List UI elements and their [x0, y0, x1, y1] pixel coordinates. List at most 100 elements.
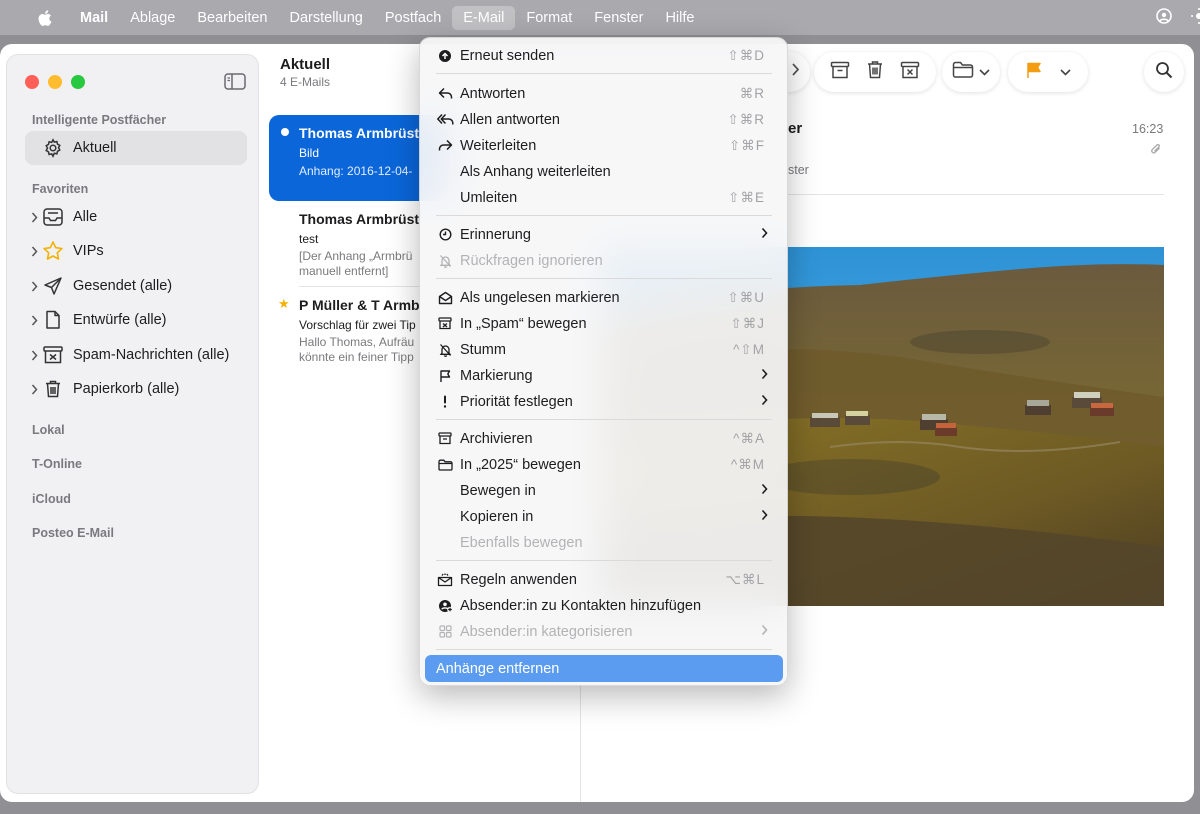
menu-item-regeln-anwenden[interactable]: Regeln anwenden ⌥⌘L	[426, 567, 783, 592]
list-title: Aktuell	[280, 56, 331, 73]
section-lokal[interactable]: Lokal	[32, 423, 65, 437]
menu-item-shortcut: ⌘R	[739, 85, 765, 101]
menu-item-label: Erneut senden	[460, 47, 555, 64]
menu-item-in-2025-bewegen[interactable]: In „2025“ bewegen ^⌘M	[426, 452, 783, 477]
sidebar-item-papierkorb[interactable]: Papierkorb (alle)	[25, 372, 247, 406]
clock-icon	[434, 228, 456, 241]
menu-item-umleiten[interactable]: Umleiten ⇧⌘E	[426, 185, 783, 210]
flag-icon[interactable]	[1025, 61, 1043, 84]
menu-item-ebenfalls-bewegen: Ebenfalls bewegen	[426, 530, 783, 555]
menu-item-label: Ebenfalls bewegen	[460, 534, 583, 551]
menu-item-kopieren-in[interactable]: Kopieren in	[426, 504, 783, 529]
chevron-right-icon[interactable]	[27, 315, 41, 326]
menu-item-antworten[interactable]: Antworten ⌘R	[426, 81, 783, 106]
divider	[299, 286, 419, 287]
reader-time: 16:23	[1132, 122, 1164, 136]
menu-item-stumm[interactable]: Stumm ^⇧M	[426, 337, 783, 362]
submenu-chevron-icon	[761, 509, 768, 525]
sidebar-item-vips[interactable]: VIPs	[25, 234, 247, 268]
sidebar-item-aktuell[interactable]: Aktuell	[25, 131, 247, 165]
control-center-icon[interactable]	[1190, 7, 1200, 29]
menu-ablage[interactable]: Ablage	[119, 6, 186, 30]
menu-separator	[436, 278, 772, 279]
chevron-right-icon[interactable]	[27, 281, 41, 292]
star-icon	[41, 239, 65, 263]
menu-item-erinnerung[interactable]: Erinnerung	[426, 222, 783, 247]
menu-item-label: Stumm	[460, 341, 506, 358]
menu-item-bewegen-in[interactable]: Bewegen in	[426, 478, 783, 503]
sidebar-item-label: VIPs	[73, 243, 104, 259]
menu-item-prioritaet-festlegen[interactable]: Priorität festlegen	[426, 389, 783, 414]
menu-bearbeiten[interactable]: Bearbeiten	[186, 6, 278, 30]
sidebar-item-label: Aktuell	[73, 140, 117, 156]
window-controls	[25, 75, 85, 89]
chevron-right-icon[interactable]	[27, 384, 41, 395]
message-preview: [Der Anhang „Armbrü	[299, 249, 413, 263]
sidebar-toggle-icon[interactable]	[224, 73, 246, 95]
menu-item-als-anhang-weiterleiten[interactable]: Als Anhang weiterleiten	[426, 159, 783, 184]
menu-item-label: Rückfragen ignorieren	[460, 252, 603, 269]
sidebar-item-spam[interactable]: Spam-Nachrichten (alle)	[25, 338, 247, 372]
add-contact-icon	[434, 599, 456, 613]
menu-separator	[436, 560, 772, 561]
menu-fenster[interactable]: Fenster	[583, 6, 654, 30]
reply-all-icon	[434, 113, 456, 126]
apple-icon[interactable]	[37, 9, 59, 27]
menu-item-allen-antworten[interactable]: Allen antworten ⇧⌘R	[426, 107, 783, 132]
submenu-chevron-icon	[761, 394, 768, 410]
menu-item-absender-zu-kontakten[interactable]: Absender:in zu Kontakten hinzufügen	[426, 593, 783, 618]
search-icon[interactable]	[1155, 61, 1173, 84]
section-tonline[interactable]: T-Online	[32, 457, 82, 471]
toolbar-flag-group[interactable]	[1008, 52, 1088, 92]
toolbar-search-group[interactable]	[1144, 52, 1184, 92]
archive-icon[interactable]	[830, 61, 850, 84]
junk-icon[interactable]	[900, 61, 920, 84]
chevron-down-icon[interactable]	[1060, 63, 1071, 81]
menu-item-in-spam-bewegen[interactable]: In „Spam“ bewegen ⇧⌘J	[426, 311, 783, 336]
menu-item-label: Priorität festlegen	[460, 393, 573, 410]
submenu-chevron-icon	[761, 483, 768, 499]
menu-format[interactable]: Format	[515, 6, 583, 30]
close-window-button[interactable]	[25, 75, 39, 89]
menu-item-erneut-senden[interactable]: Erneut senden ⇧⌘D	[426, 43, 783, 68]
menu-darstellung[interactable]: Darstellung	[279, 6, 374, 30]
menu-postfach[interactable]: Postfach	[374, 6, 452, 30]
menu-app-mail[interactable]: Mail	[69, 6, 119, 30]
section-icloud[interactable]: iCloud	[32, 492, 71, 506]
menu-item-anhaenge-entfernen[interactable]: Anhänge entfernen	[425, 655, 783, 682]
menu-item-label: Anhänge entfernen	[436, 660, 560, 677]
section-favorites: Favoriten	[32, 182, 89, 196]
minimize-window-button[interactable]	[48, 75, 62, 89]
chevron-right-icon[interactable]	[27, 350, 41, 361]
menu-item-archivieren[interactable]: Archivieren ^⌘A	[426, 426, 783, 451]
menu-item-weiterleiten[interactable]: Weiterleiten ⇧⌘F	[426, 133, 783, 158]
sidebar-item-entwuerfe[interactable]: Entwürfe (alle)	[25, 303, 247, 337]
menu-hilfe[interactable]: Hilfe	[654, 6, 705, 30]
chevron-down-icon[interactable]	[979, 63, 990, 81]
toolbar-move-group[interactable]	[942, 52, 1000, 92]
menu-item-label: Absender:in kategorisieren	[460, 623, 633, 640]
zoom-window-button[interactable]	[71, 75, 85, 89]
message-sender: Thomas Armbrüst	[299, 211, 420, 227]
menu-item-label: Umleiten	[460, 189, 518, 206]
section-posteo[interactable]: Posteo E-Mail	[32, 526, 114, 540]
chevron-right-icon[interactable]	[27, 212, 41, 223]
resend-icon	[434, 49, 456, 63]
flag-outline-icon	[434, 369, 456, 383]
screen-sharing-icon[interactable]	[1154, 6, 1174, 30]
vip-star-icon: ★	[278, 296, 290, 311]
junk-box-icon	[41, 343, 65, 367]
folder-icon[interactable]	[952, 61, 974, 83]
menu-email[interactable]: E-Mail	[452, 5, 516, 30]
menu-item-markierung[interactable]: Markierung	[426, 363, 783, 388]
sidebar-item-gesendet[interactable]: Gesendet (alle)	[25, 269, 247, 303]
menu-item-als-ungelesen-markieren[interactable]: Als ungelesen markieren ⇧⌘U	[426, 285, 783, 310]
paperplane-icon	[41, 274, 65, 298]
list-count: 4 E-Mails	[280, 75, 331, 89]
menu-item-label: Regeln anwenden	[460, 571, 577, 588]
sidebar-item-alle[interactable]: Alle	[25, 200, 247, 234]
chevron-right-icon[interactable]	[27, 246, 41, 257]
trash-icon[interactable]	[866, 60, 884, 84]
reader-sender: er	[788, 120, 803, 137]
chevron-right-icon[interactable]	[791, 62, 800, 82]
